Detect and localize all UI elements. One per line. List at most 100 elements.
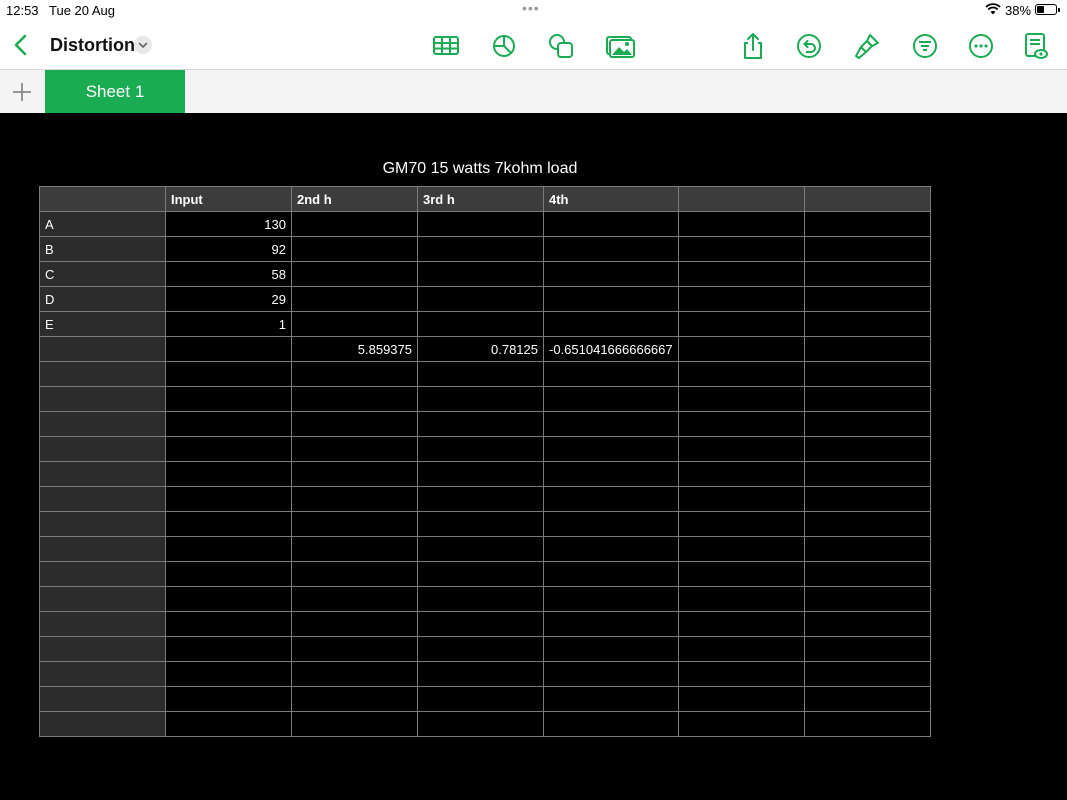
table-cell[interactable]: 0.78125: [417, 336, 544, 362]
table-cell[interactable]: [543, 436, 679, 462]
table-cell[interactable]: [417, 361, 544, 387]
table-cell[interactable]: [803, 486, 931, 512]
table-cell[interactable]: 1: [165, 311, 292, 337]
table-cell[interactable]: [417, 611, 544, 637]
table-cell[interactable]: 5.859375: [291, 336, 418, 362]
table-cell[interactable]: [165, 336, 292, 362]
table-cell[interactable]: [543, 361, 679, 387]
row-header-cell[interactable]: [39, 536, 166, 562]
table-cell[interactable]: [291, 536, 418, 562]
table-cell[interactable]: [677, 636, 805, 662]
table-cell[interactable]: [677, 436, 805, 462]
table-cell[interactable]: -0.651041666666667: [543, 336, 679, 362]
table-cell[interactable]: [291, 311, 418, 337]
table-cell[interactable]: [677, 411, 805, 437]
more-icon[interactable]: [966, 31, 996, 61]
table-cell[interactable]: [291, 636, 418, 662]
row-header-cell[interactable]: [39, 686, 166, 712]
table-cell[interactable]: [543, 561, 679, 587]
table-cell[interactable]: [803, 511, 931, 537]
table-cell[interactable]: [291, 661, 418, 687]
table-cell[interactable]: [291, 211, 418, 237]
table-icon[interactable]: [431, 31, 461, 61]
table-cell[interactable]: [803, 611, 931, 637]
row-header-cell[interactable]: [39, 336, 166, 362]
table-cell[interactable]: [677, 686, 805, 712]
table-cell[interactable]: [165, 661, 292, 687]
table-cell[interactable]: [417, 436, 544, 462]
table-cell[interactable]: [417, 661, 544, 687]
table-cell[interactable]: [417, 536, 544, 562]
table-cell[interactable]: [803, 361, 931, 387]
table-cell[interactable]: [543, 711, 679, 737]
table-cell[interactable]: [417, 211, 544, 237]
table-cell[interactable]: [417, 636, 544, 662]
table-cell[interactable]: [417, 686, 544, 712]
table-cell[interactable]: [803, 661, 931, 687]
table-cell[interactable]: [543, 286, 679, 312]
row-header-cell[interactable]: [39, 586, 166, 612]
table-cell[interactable]: 92: [165, 236, 292, 262]
table-cell[interactable]: [291, 436, 418, 462]
organize-icon[interactable]: [910, 31, 940, 61]
table-cell[interactable]: [543, 536, 679, 562]
column-header[interactable]: Input: [165, 186, 292, 212]
table-cell[interactable]: [291, 461, 418, 487]
table-cell[interactable]: [543, 511, 679, 537]
table-cell[interactable]: [543, 486, 679, 512]
table-cell[interactable]: [165, 461, 292, 487]
row-header-cell[interactable]: [39, 411, 166, 437]
row-header-cell[interactable]: A: [39, 211, 166, 237]
row-header-cell[interactable]: E: [39, 311, 166, 337]
table-cell[interactable]: [165, 586, 292, 612]
table-cell[interactable]: 29: [165, 286, 292, 312]
table-cell[interactable]: [417, 511, 544, 537]
table-cell[interactable]: [803, 411, 931, 437]
table-cell[interactable]: [803, 211, 931, 237]
table-cell[interactable]: [803, 261, 931, 287]
table-cell[interactable]: [165, 611, 292, 637]
sheet-tab[interactable]: Sheet 1: [45, 70, 185, 113]
table-cell[interactable]: [291, 486, 418, 512]
table-cell[interactable]: [417, 236, 544, 262]
column-header[interactable]: [677, 186, 805, 212]
table-cell[interactable]: [291, 511, 418, 537]
table-cell[interactable]: [417, 411, 544, 437]
table-cell[interactable]: [677, 536, 805, 562]
row-header-cell[interactable]: [39, 461, 166, 487]
table-cell[interactable]: [291, 711, 418, 737]
table-cell[interactable]: [677, 261, 805, 287]
table-cell[interactable]: [677, 511, 805, 537]
table-cell[interactable]: [677, 611, 805, 637]
table-cell[interactable]: [291, 611, 418, 637]
table-cell[interactable]: [677, 561, 805, 587]
row-header-cell[interactable]: [39, 486, 166, 512]
table-cell[interactable]: [543, 661, 679, 687]
table-cell[interactable]: [803, 711, 931, 737]
table-cell[interactable]: [543, 636, 679, 662]
table-cell[interactable]: [803, 386, 931, 412]
table-cell[interactable]: [677, 461, 805, 487]
table-cell[interactable]: [677, 586, 805, 612]
row-header-cell[interactable]: [39, 511, 166, 537]
table-cell[interactable]: [165, 636, 292, 662]
table-cell[interactable]: [417, 261, 544, 287]
column-header[interactable]: [803, 186, 931, 212]
table-cell[interactable]: [677, 486, 805, 512]
table-cell[interactable]: [165, 561, 292, 587]
table-cell[interactable]: [165, 386, 292, 412]
table-cell[interactable]: [543, 586, 679, 612]
table-cell[interactable]: [677, 661, 805, 687]
add-sheet-plus-icon[interactable]: [8, 78, 36, 106]
row-header-cell[interactable]: C: [39, 261, 166, 287]
row-header-cell[interactable]: [39, 436, 166, 462]
row-header-cell[interactable]: [39, 386, 166, 412]
chevron-down-icon[interactable]: [134, 36, 152, 54]
table-cell[interactable]: [165, 361, 292, 387]
table-cell[interactable]: [165, 711, 292, 737]
table-cell[interactable]: [417, 711, 544, 737]
shape-icon[interactable]: [546, 31, 576, 61]
document-title[interactable]: Distortion: [50, 35, 135, 56]
data-table[interactable]: Input 2nd h 3rd h 4th A 130 B 92 C 58 D 29 E 1 5.85937…: [39, 186, 931, 737]
table-cell[interactable]: [803, 236, 931, 262]
